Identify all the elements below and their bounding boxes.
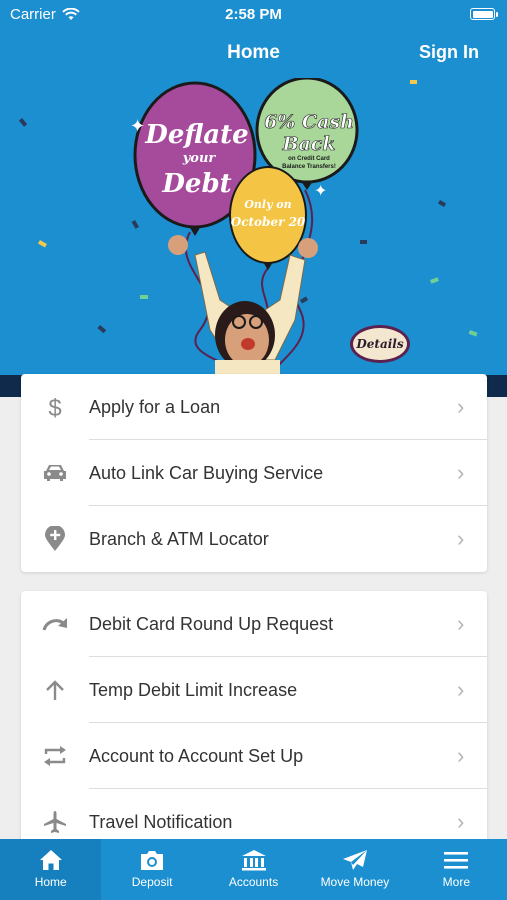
svg-text:$: $ xyxy=(48,395,61,420)
tab-move-money[interactable]: Move Money xyxy=(304,839,405,900)
chevron-right-icon: › xyxy=(457,677,465,702)
menu-icon xyxy=(444,852,469,869)
svg-text:✦: ✦ xyxy=(130,116,145,137)
banner-text-balance-transfers: Balance Transfers! xyxy=(282,164,336,170)
menu-item-auto-link[interactable]: Auto Link Car Buying Service › xyxy=(21,440,487,506)
menu-item-temp-limit[interactable]: Temp Debit Limit Increase › xyxy=(21,657,487,723)
banner-text-cash: 6% Cash xyxy=(264,111,354,133)
menu-item-round-up[interactable]: Debit Card Round Up Request › xyxy=(21,591,487,657)
chevron-right-icon: › xyxy=(457,611,465,636)
menu-item-apply-loan[interactable]: $ Apply for a Loan › xyxy=(21,374,487,440)
banner-text-your: your xyxy=(182,151,217,166)
menu-card-primary: $ Apply for a Loan › Auto Link Car Buyin… xyxy=(21,374,487,572)
menu-item-label: Debit Card Round Up Request xyxy=(89,613,334,634)
banner-text-only-on: Only on xyxy=(244,198,291,211)
tab-label: Deposit xyxy=(131,875,173,889)
tab-label: Home xyxy=(34,875,67,889)
tab-label: Move Money xyxy=(320,875,390,889)
sign-in-button[interactable]: Sign In xyxy=(419,42,479,63)
menu-item-label: Branch & ATM Locator xyxy=(89,528,269,549)
status-time: 2:58 PM xyxy=(225,6,282,23)
chevron-right-icon: › xyxy=(457,394,465,419)
chevron-right-icon: › xyxy=(457,743,465,768)
chevron-right-icon: › xyxy=(457,809,465,834)
banner-text-on-credit-card: on Credit Card xyxy=(288,156,330,162)
menu-item-label: Travel Notification xyxy=(89,811,233,832)
tab-home[interactable]: Home xyxy=(0,839,102,900)
bank-icon xyxy=(241,850,266,871)
tab-bar: Home Deposit Accounts Move Money More xyxy=(0,839,507,900)
tab-accounts[interactable]: Accounts xyxy=(203,839,304,900)
svg-text:✦: ✦ xyxy=(314,181,327,200)
banner-text-october: October 20 xyxy=(231,215,306,229)
banner-text-deflate: Deflate xyxy=(144,120,248,150)
send-icon xyxy=(342,850,367,870)
menu-item-label: Auto Link Car Buying Service xyxy=(89,462,324,483)
person-illustration xyxy=(168,235,318,375)
tab-more[interactable]: More xyxy=(406,839,507,900)
menu-card-secondary: Debit Card Round Up Request › Temp Debit… xyxy=(21,591,487,851)
tab-label: More xyxy=(442,875,470,889)
dollar-icon: $ xyxy=(21,394,89,420)
location-pin-icon xyxy=(21,526,89,552)
chevron-right-icon: › xyxy=(457,526,465,551)
tab-deposit[interactable]: Deposit xyxy=(101,839,202,900)
menu-item-label: Apply for a Loan xyxy=(89,396,221,417)
details-button[interactable]: Details xyxy=(350,325,410,363)
menu-item-branch-atm[interactable]: Branch & ATM Locator › xyxy=(21,506,487,572)
status-bar: Carrier 2:58 PM xyxy=(0,0,507,30)
chevron-right-icon: › xyxy=(457,460,465,485)
swap-arrows-icon xyxy=(21,745,89,767)
banner-text-back: Back xyxy=(281,133,335,155)
arrow-up-icon xyxy=(21,679,89,701)
battery-icon xyxy=(470,8,498,20)
airplane-icon xyxy=(21,810,89,834)
menu-item-account-to-account[interactable]: Account to Account Set Up › xyxy=(21,723,487,789)
redo-arrow-icon xyxy=(21,616,89,632)
banner-text-debt: Debt xyxy=(161,169,231,199)
car-icon xyxy=(21,463,89,483)
top-bar: Carrier 2:58 PM Home Sign In xyxy=(0,0,507,78)
tab-label: Accounts xyxy=(228,875,279,889)
home-icon xyxy=(39,850,62,870)
menu-item-label: Account to Account Set Up xyxy=(89,745,304,766)
menu-item-label: Temp Debit Limit Increase xyxy=(89,679,298,700)
camera-icon xyxy=(141,851,164,870)
